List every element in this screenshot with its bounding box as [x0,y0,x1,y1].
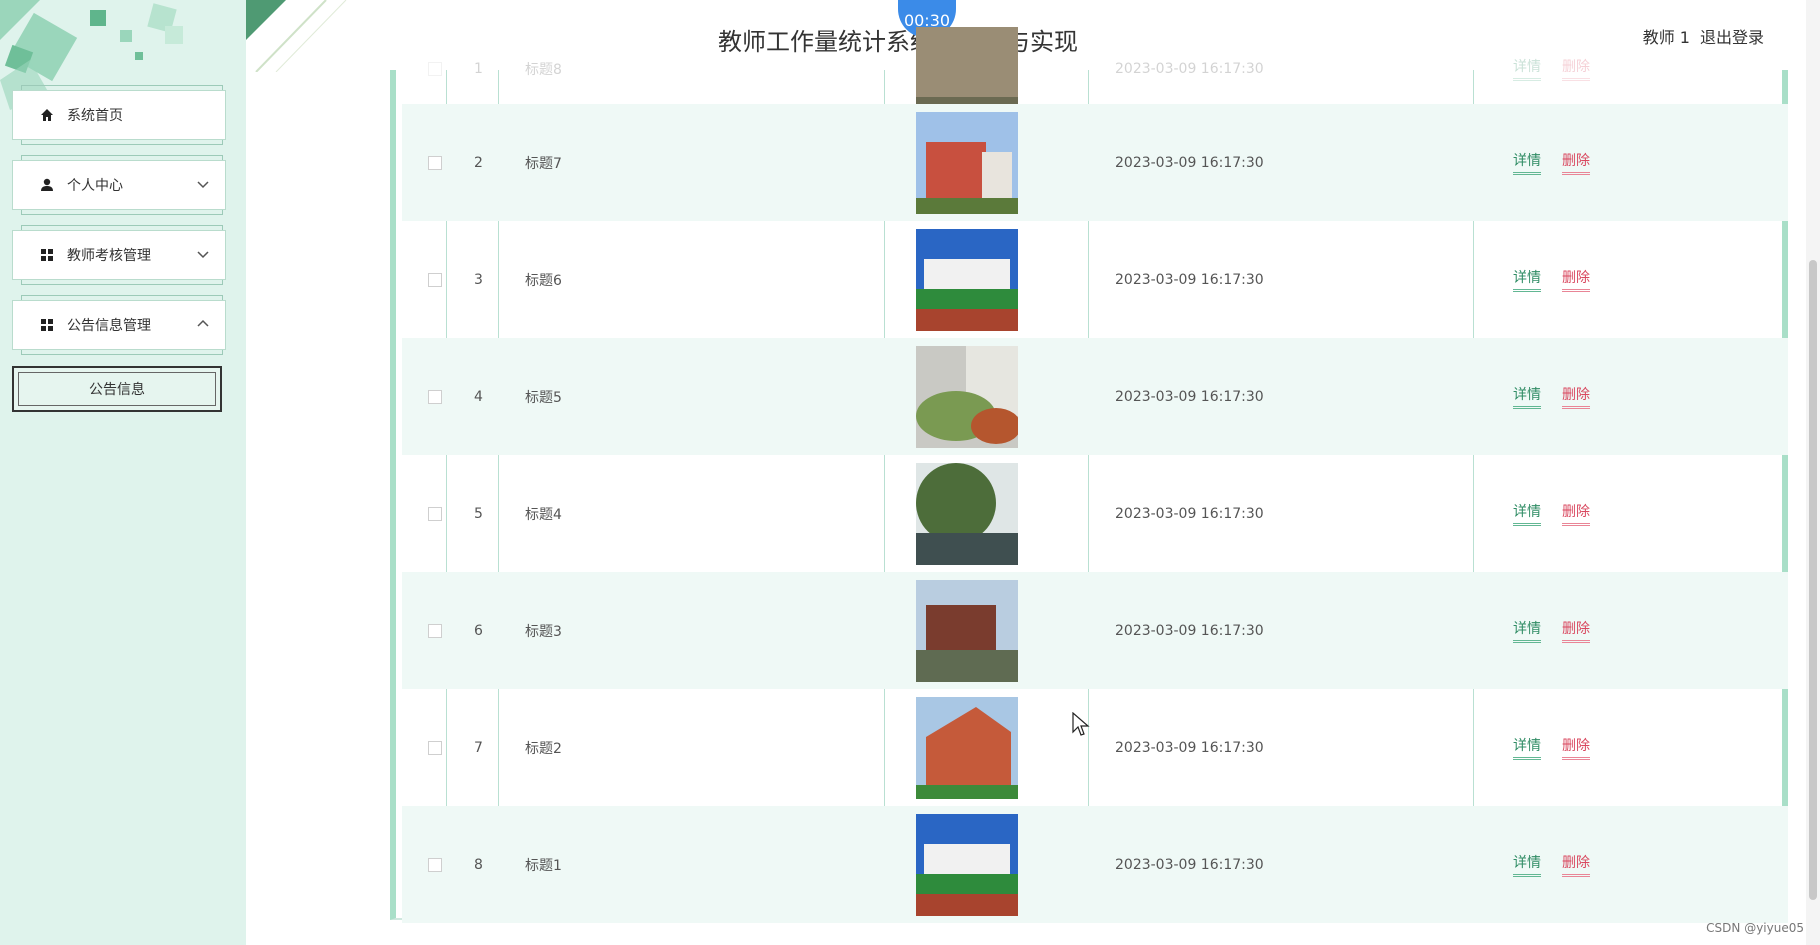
detail-button[interactable]: 详情 [1513,735,1541,760]
detail-button[interactable]: 详情 [1513,384,1541,409]
row-number: 4 [474,388,483,405]
table-row: 2 标题7 2023-03-09 16:17:30 详情 删除 [402,104,1788,221]
delete-button[interactable]: 删除 [1562,384,1590,409]
sidebar-item-teacher-assessment[interactable]: 教师考核管理 [12,225,226,285]
sidebar-item-notice-management[interactable]: 公告信息管理 [12,295,226,355]
delete-button[interactable]: 删除 [1562,618,1590,643]
table-row: 7 标题2 2023-03-09 16:17:30 详情 删除 [402,689,1788,806]
row-number: 1 [474,60,483,77]
row-thumbnail [916,111,1018,214]
notice-table: 1 标题8 2023-03-09 16:17:30 详情 删除 2 标题7 20… [390,27,1788,923]
row-checkbox[interactable] [428,389,442,404]
row-number: 3 [474,271,483,288]
row-number: 2 [474,154,483,171]
detail-button[interactable]: 详情 [1513,267,1541,292]
row-thumbnail [916,696,1018,799]
row-checkbox[interactable] [428,61,442,76]
watermark: CSDN @yiyue05 [1706,921,1804,935]
chevron-down-icon [197,181,209,189]
table-row: 4 标题5 2023-03-09 16:17:30 详情 删除 [402,338,1788,455]
row-date: 2023-03-09 16:17:30 [1115,154,1264,171]
row-date: 2023-03-09 16:17:30 [1115,739,1264,756]
sidebar-item-label: 教师考核管理 [67,248,151,264]
row-thumbnail [916,228,1018,331]
delete-button[interactable]: 删除 [1562,267,1590,292]
row-title: 标题4 [525,506,562,523]
row-date: 2023-03-09 16:17:30 [1115,622,1264,639]
row-checkbox[interactable] [428,740,442,755]
detail-button[interactable]: 详情 [1513,56,1541,81]
row-checkbox[interactable] [428,623,442,638]
row-title: 标题2 [525,740,562,757]
row-thumbnail [916,579,1018,682]
row-date: 2023-03-09 16:17:30 [1115,388,1264,405]
chevron-up-icon [197,319,209,327]
delete-button[interactable]: 删除 [1562,501,1590,526]
sidebar-item-home[interactable]: 系统首页 [12,85,226,145]
row-number: 5 [474,505,483,522]
row-number: 8 [474,856,483,873]
row-checkbox[interactable] [428,506,442,521]
row-title: 标题8 [525,61,562,78]
row-date: 2023-03-09 16:17:30 [1115,60,1264,77]
user-icon [39,177,55,193]
delete-button[interactable]: 删除 [1562,735,1590,760]
sidebar-item-label: 个人中心 [67,178,123,194]
table-row: 5 标题4 2023-03-09 16:17:30 详情 删除 [402,455,1788,572]
detail-button[interactable]: 详情 [1513,150,1541,175]
row-number: 6 [474,622,483,639]
row-title: 标题6 [525,272,562,289]
mouse-cursor-icon [1072,712,1090,736]
delete-button[interactable]: 删除 [1562,56,1590,81]
detail-button[interactable]: 详情 [1513,852,1541,877]
row-number: 7 [474,739,483,756]
grid-icon [39,317,55,333]
row-thumbnail [916,345,1018,448]
delete-button[interactable]: 删除 [1562,150,1590,175]
row-title: 标题1 [525,857,562,874]
row-thumbnail [916,462,1018,565]
table-row: 6 标题3 2023-03-09 16:17:30 详情 删除 [402,572,1788,689]
sidebar-item-label: 系统首页 [67,108,123,124]
row-title: 标题7 [525,155,562,172]
table-row: 8 标题1 2023-03-09 16:17:30 详情 删除 [402,806,1788,923]
delete-button[interactable]: 删除 [1562,852,1590,877]
detail-button[interactable]: 详情 [1513,501,1541,526]
row-title: 标题5 [525,389,562,406]
sidebar-subitem-notice-info[interactable]: 公告信息 [12,366,222,412]
row-checkbox[interactable] [428,857,442,872]
scrollbar-thumb[interactable] [1809,260,1817,900]
subitem-frame [18,372,216,406]
row-date: 2023-03-09 16:17:30 [1115,505,1264,522]
row-date: 2023-03-09 16:17:30 [1115,271,1264,288]
row-checkbox[interactable] [428,155,442,170]
row-title: 标题3 [525,623,562,640]
row-date: 2023-03-09 16:17:30 [1115,856,1264,873]
header-decoration [246,0,347,72]
sidebar: 系统首页 个人中心 教师考核管理 公告信息管理 公告信息 [0,0,246,945]
table-row: 3 标题6 2023-03-09 16:17:30 详情 删除 [402,221,1788,338]
row-thumbnail [916,813,1018,916]
sidebar-item-profile[interactable]: 个人中心 [12,155,226,215]
row-checkbox[interactable] [428,272,442,287]
chevron-down-icon [197,251,209,259]
grid-icon [39,247,55,263]
detail-button[interactable]: 详情 [1513,618,1541,643]
home-icon [39,107,55,123]
sidebar-item-label: 公告信息管理 [67,318,151,334]
page-scrollbar[interactable] [1806,0,1820,945]
